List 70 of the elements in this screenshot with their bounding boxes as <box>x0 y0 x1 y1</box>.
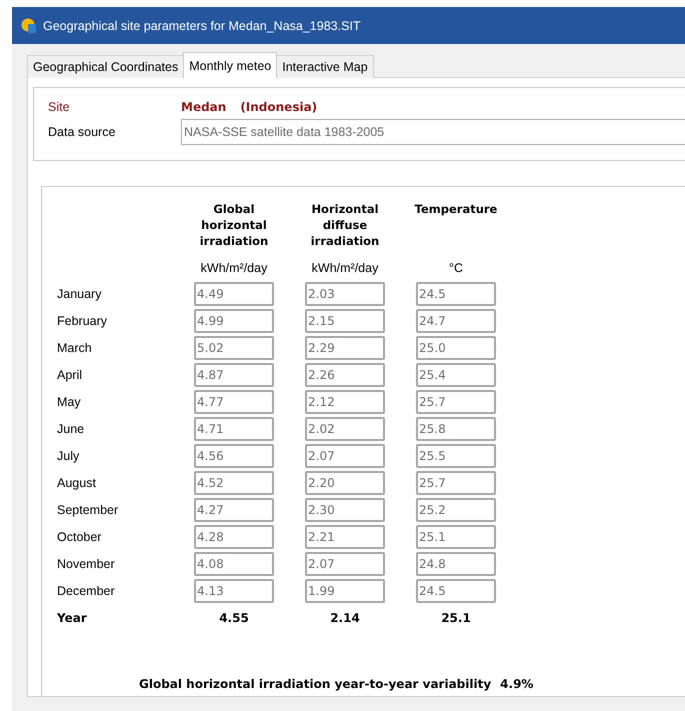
value-field[interactable]: 2.20 <box>305 471 385 495</box>
value-field[interactable]: 25.2 <box>416 498 496 522</box>
app-icon <box>21 18 37 34</box>
value-field[interactable]: 2.03 <box>305 282 385 306</box>
value-field[interactable]: 25.5 <box>416 444 496 468</box>
site-name: Medan <box>181 100 226 114</box>
value-field[interactable]: 2.12 <box>305 390 385 414</box>
month-label: February <box>57 314 108 328</box>
year-label: Year <box>57 610 88 625</box>
month-label: May <box>57 395 82 409</box>
year-value: 25.1 <box>440 610 472 625</box>
value-field[interactable]: 24.5 <box>416 282 496 306</box>
value-field[interactable]: 5.02 <box>194 336 274 360</box>
value-field[interactable]: 2.29 <box>305 336 385 360</box>
value-field[interactable]: 25.4 <box>416 363 496 387</box>
data-source-field[interactable]: NASA-SSE satellite data 1983-2005 <box>181 119 685 145</box>
value-field[interactable]: 4.52 <box>194 471 274 495</box>
tab[interactable]: Interactive Map <box>276 55 374 78</box>
month-label: March <box>57 341 93 355</box>
value-field[interactable]: 24.7 <box>416 309 496 333</box>
column-heading: Global horizontal irradiation <box>198 201 270 249</box>
value-field[interactable]: 4.56 <box>194 444 274 468</box>
column-heading: Temperature <box>414 201 498 217</box>
value-field[interactable]: 4.71 <box>194 417 274 441</box>
value-field[interactable]: 25.7 <box>416 471 496 495</box>
value-field[interactable]: 2.02 <box>305 417 385 441</box>
unit-label: kWh/m²/day <box>200 260 268 277</box>
unit-label: kWh/m²/day <box>310 260 380 277</box>
unit-label: °C <box>448 260 464 277</box>
value-field[interactable]: 4.27 <box>194 498 274 522</box>
value-field[interactable]: 2.30 <box>305 498 385 522</box>
month-label: September <box>57 503 120 517</box>
column-heading: Horizontal diffuse irradiation <box>310 201 380 249</box>
value-field[interactable]: 25.7 <box>416 390 496 414</box>
window-title: Geographical site parameters for Medan_Nasa_1983.SIT <box>43 18 361 32</box>
month-label: January <box>57 287 102 301</box>
site-label: Site <box>48 100 71 114</box>
month-label: December <box>57 584 116 598</box>
month-label: April <box>57 368 84 382</box>
value-field[interactable]: 2.07 <box>305 444 385 468</box>
value-field[interactable]: 4.28 <box>194 525 274 549</box>
value-field[interactable]: 4.87 <box>194 363 274 387</box>
site-country: (Indonesia) <box>240 100 318 114</box>
month-label: July <box>57 449 80 463</box>
value-field[interactable]: 1.99 <box>305 579 385 603</box>
value-field[interactable]: 24.8 <box>416 552 496 576</box>
year-value: 4.55 <box>218 610 250 625</box>
value-field[interactable]: 25.8 <box>416 417 496 441</box>
tab[interactable]: Monthly meteo <box>183 52 278 78</box>
value-field[interactable]: 4.49 <box>194 282 274 306</box>
value-field[interactable]: 4.77 <box>194 390 274 414</box>
value-field[interactable]: 2.15 <box>305 309 385 333</box>
value-field[interactable]: 2.26 <box>305 363 385 387</box>
data-source-label: Data source <box>48 125 116 139</box>
value-field[interactable]: 24.5 <box>416 579 496 603</box>
month-label: October <box>57 530 102 544</box>
month-label: June <box>57 422 86 436</box>
value-field[interactable]: 25.0 <box>416 336 496 360</box>
value-field[interactable]: 2.21 <box>305 525 385 549</box>
value-field[interactable]: 4.13 <box>194 579 274 603</box>
year-value: 2.14 <box>329 610 361 625</box>
month-label: November <box>57 557 116 571</box>
month-label: August <box>57 476 97 490</box>
variability-value: 4.9% <box>500 677 534 691</box>
value-field[interactable]: 2.07 <box>305 552 385 576</box>
variability-label: Global horizontal irradiation year-to-year variability <box>139 677 492 691</box>
value-field[interactable]: 25.1 <box>416 525 496 549</box>
tab[interactable]: Geographical Coordinates <box>27 55 184 78</box>
value-field[interactable]: 4.08 <box>194 552 274 576</box>
value-field[interactable]: 4.99 <box>194 309 274 333</box>
